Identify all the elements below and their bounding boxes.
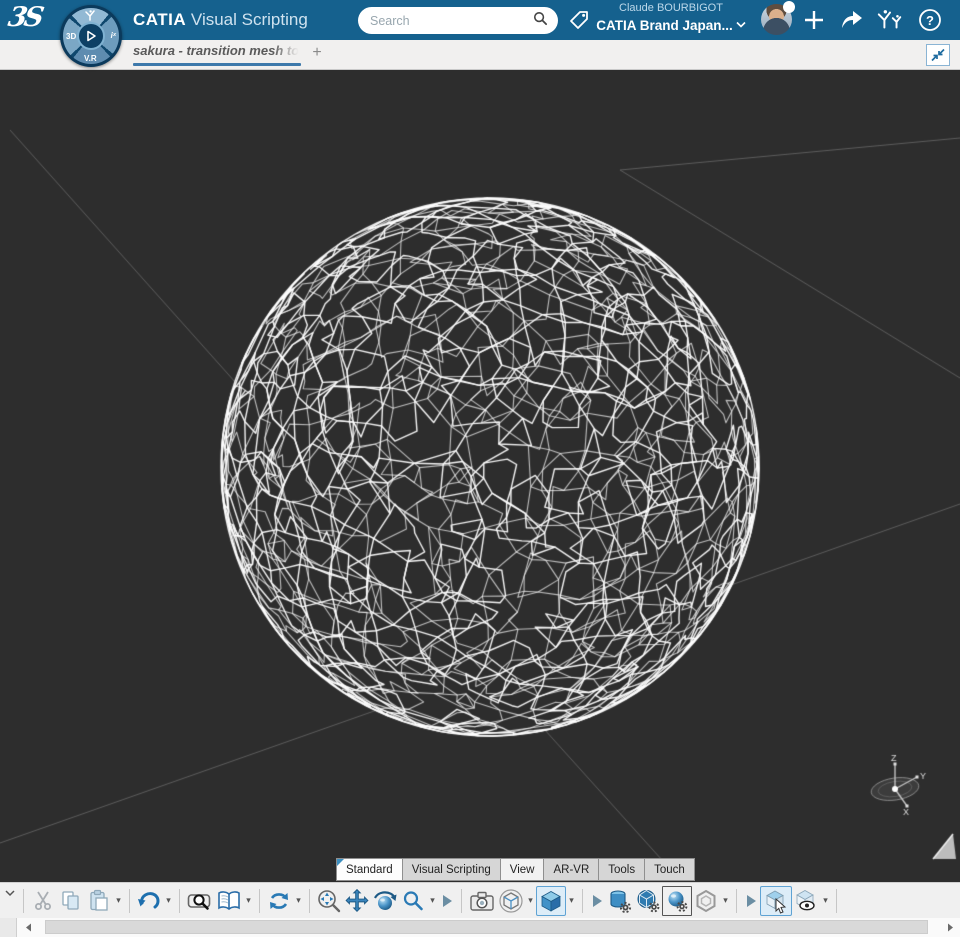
tab-ar-vr[interactable]: AR-VR [544,858,600,881]
toolbar-separator [259,888,260,913]
pan-button[interactable] [343,886,371,916]
svg-text:?: ? [926,13,934,28]
horizontal-scrollbar[interactable] [0,918,960,937]
active-tab-fold [337,859,344,866]
app-title: CATIA Visual Scripting [133,10,308,30]
hide-show-button[interactable] [792,886,820,916]
new-tab-button[interactable]: + [308,44,326,62]
render-setup-button[interactable] [662,885,692,916]
user-menu[interactable]: Claude BOURBIGOT CATIA Brand Japan... [585,2,757,35]
toolbar-separator [129,888,130,913]
scroll-left-button[interactable] [20,920,36,935]
compass-intelligence-label[interactable]: iˣ [111,31,116,40]
compass-play-button[interactable] [77,22,105,50]
document-tab-bar: sakura - transition mesh to + [0,40,960,70]
update-button[interactable] [265,886,293,916]
workspace-name: CATIA Brand Japan... [596,17,733,33]
undo-button[interactable] [135,886,163,916]
undo-dropdown-caret[interactable]: ▾ [163,886,174,916]
fit-all-in-button[interactable] [315,886,343,916]
active-tab-underline [133,63,301,66]
power-search-button[interactable] [185,886,215,916]
toolbar-separator [179,888,180,913]
data-setup-button[interactable] [606,886,634,916]
share-button[interactable] [838,6,866,34]
tab-visual-scripting[interactable]: Visual Scripting [402,858,501,881]
iso-view-button[interactable] [497,886,525,916]
scroll-right-button[interactable] [942,920,958,935]
assembly-style-button[interactable] [692,886,720,916]
search-box[interactable] [358,7,558,34]
mesh-setup-button[interactable] [634,886,662,916]
module-name: Visual Scripting [190,10,308,29]
user-name: Claude BOURBIGOT [619,2,723,14]
search-icon[interactable] [533,11,548,31]
toolbar-separator [309,888,310,913]
compass-3d-label[interactable]: 3D [66,32,76,41]
more-style-tools-button[interactable] [742,886,760,916]
ribbon-tab-strip: Standard Visual Scripting View AR-VR Too… [336,858,695,881]
3dexperience-compass[interactable]: 3D iˣ V.R [60,5,122,67]
3ds-logo[interactable]: 3S [5,2,63,38]
toolbar-separator [23,888,24,913]
scrollbar-thumb[interactable] [45,920,928,934]
catalog-browser-button[interactable] [215,886,243,916]
tab-view[interactable]: View [500,858,545,881]
scrollbar-corner [0,918,17,937]
title-fade [273,43,303,61]
toolbar-separator [461,888,462,913]
tab-standard[interactable]: Standard [336,858,403,881]
avatar[interactable] [761,1,795,35]
chevron-down-icon [736,16,746,33]
rotate-button[interactable] [371,886,399,916]
search-input[interactable] [368,12,533,29]
tab-touch[interactable]: Touch [645,858,695,881]
collapse-window-button[interactable] [926,44,950,66]
iso-view-dropdown-caret[interactable]: ▾ [525,886,536,916]
zoom-button[interactable] [399,886,427,916]
capture-button[interactable] [467,886,497,916]
action-toolbar: ▾ ▾ ▾ ▾ ▾ ▾ ▾ ▾ ▾ [0,882,960,918]
more-render-tools-button[interactable] [588,886,606,916]
people-icon[interactable] [876,6,904,34]
toolbar-overflow-chevron[interactable] [2,886,18,916]
cut-button[interactable] [29,886,57,916]
toolbar-separator [736,888,737,913]
3d-viewport[interactable]: Standard Visual Scripting View AR-VR Too… [0,70,960,882]
help-button[interactable]: ? [916,6,944,34]
shaded-view-dropdown-caret[interactable]: ▾ [566,886,577,916]
compass-vr-label[interactable]: V.R [84,54,97,63]
hide-show-dropdown-caret[interactable]: ▾ [820,886,831,916]
status-dot [783,1,795,13]
viewport-canvas[interactable] [0,70,960,882]
select-visualize-button[interactable] [760,885,792,916]
tab-tools[interactable]: Tools [599,858,646,881]
more-view-tools-button[interactable] [438,886,456,916]
toolbar-separator [836,888,837,913]
toolbar-separator [582,888,583,913]
copy-button[interactable] [57,886,85,916]
zoom-dropdown-caret[interactable]: ▾ [427,886,438,916]
product-name: CATIA [133,10,187,29]
paste-button[interactable] [85,886,113,916]
assembly-style-dropdown-caret[interactable]: ▾ [720,886,731,916]
top-bar: 3S CATIA Visual Scripting Claude BOURBIG… [0,0,960,40]
add-content-button[interactable] [800,6,828,34]
paste-dropdown-caret[interactable]: ▾ [113,886,124,916]
shaded-view-button[interactable] [536,885,566,916]
document-tab[interactable]: sakura - transition mesh to [133,43,303,67]
update-dropdown-caret[interactable]: ▾ [293,886,304,916]
catalog-dropdown-caret[interactable]: ▾ [243,886,254,916]
